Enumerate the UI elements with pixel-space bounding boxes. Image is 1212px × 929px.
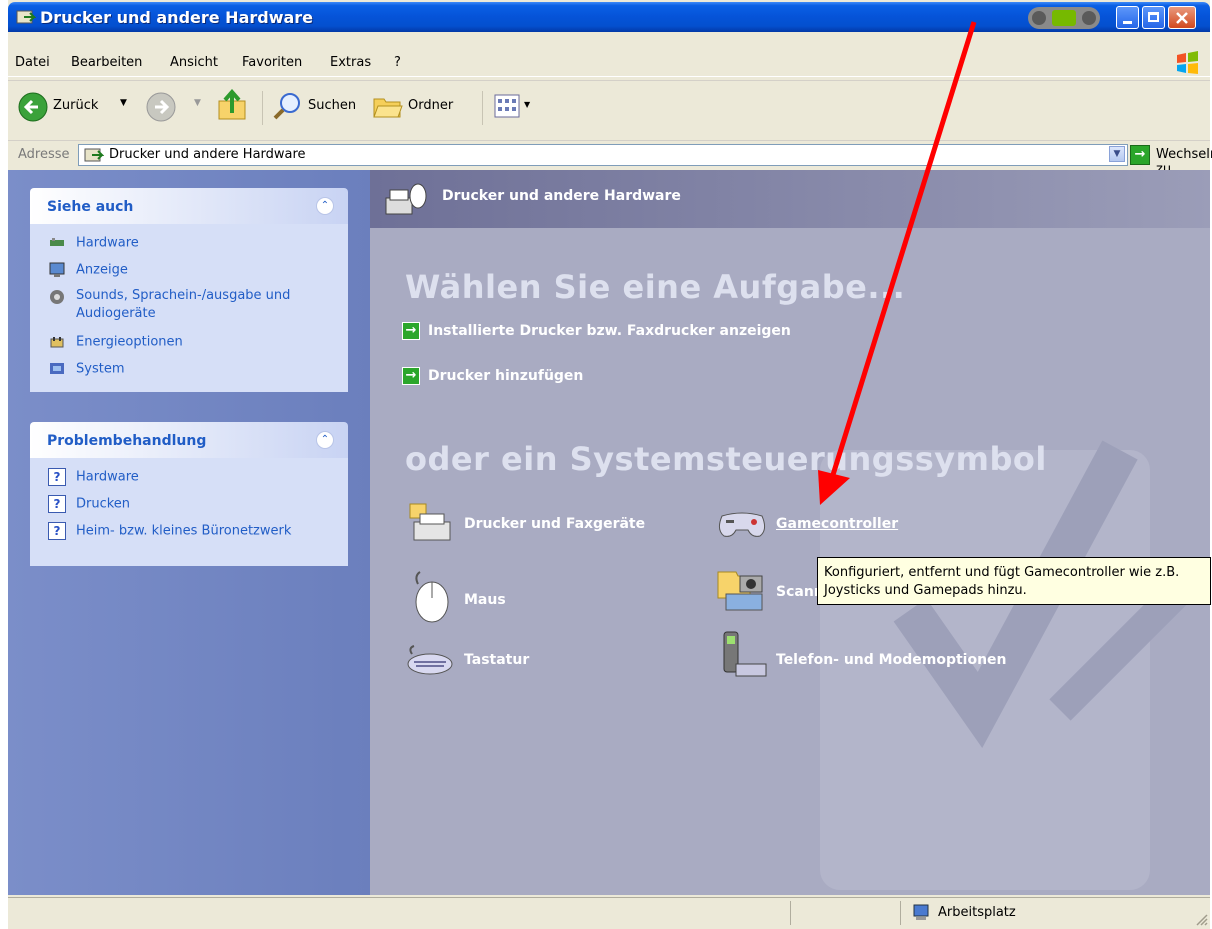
scanner-camera-icon xyxy=(717,571,763,611)
forward-icon[interactable] xyxy=(146,92,176,122)
menu-bar: Datei Bearbeiten Ansicht Favoriten Extra… xyxy=(8,50,1210,77)
nvidia-tray-icon[interactable] xyxy=(1028,7,1100,29)
folders-icon[interactable] xyxy=(372,93,404,121)
tooltip-line-1: Konfiguriert, entfernt und fügt Gamecont… xyxy=(824,565,1180,580)
green-arrow-icon: → xyxy=(402,322,420,340)
views-dropdown-icon[interactable]: ▼ xyxy=(524,100,530,109)
back-button[interactable]: Zurück xyxy=(53,98,98,113)
menu-ansicht[interactable]: Ansicht xyxy=(170,55,218,70)
see-also-title: Siehe auch xyxy=(47,199,134,215)
green-arrow-icon: → xyxy=(402,367,420,385)
menu-bearbeiten[interactable]: Bearbeiten xyxy=(71,55,142,70)
task-view-printers[interactable]: → Installierte Drucker bzw. Faxdrucker an… xyxy=(402,322,791,340)
troubleshoot-network[interactable]: ? Heim- bzw. kleines Büronetzwerk xyxy=(48,522,291,540)
search-button[interactable]: Suchen xyxy=(308,98,356,113)
search-icon[interactable] xyxy=(272,91,302,121)
see-also-display[interactable]: Anzeige xyxy=(48,261,128,279)
back-dropdown-icon[interactable]: ▼ xyxy=(120,98,127,108)
see-also-system[interactable]: System xyxy=(48,360,124,378)
menu-help[interactable]: ? xyxy=(394,55,401,70)
see-also-header[interactable]: Siehe auch ⌃ xyxy=(30,188,348,224)
mouse-icon xyxy=(415,571,449,623)
close-button[interactable] xyxy=(1168,6,1196,29)
minimize-button[interactable] xyxy=(1116,6,1139,29)
title-bar[interactable]: Drucker und andere Hardware xyxy=(8,2,1210,32)
system-icon xyxy=(50,363,64,374)
address-dropdown-button[interactable]: ▼ xyxy=(1109,146,1125,162)
troubleshoot-hardware[interactable]: ? Hardware xyxy=(48,468,139,486)
status-zone: Arbeitsplatz xyxy=(938,905,1016,920)
collapse-icon[interactable]: ⌃ xyxy=(316,197,334,215)
pick-task-heading: Wählen Sie eine Aufgabe... xyxy=(405,268,906,306)
category-view: Drucker und andere Hardware Wählen Sie e… xyxy=(370,170,1210,895)
category-title: Drucker und andere Hardware xyxy=(442,188,681,204)
folders-button[interactable]: Ordner xyxy=(408,98,453,113)
phone-modem-icon xyxy=(723,631,767,677)
address-input[interactable]: Drucker und andere Hardware ▼ xyxy=(78,144,1128,166)
printer-mouse-icon xyxy=(385,183,427,215)
see-also-panel: Hardware Anzeige Sounds, Sprachein-/ausg… xyxy=(30,224,348,392)
see-also-power[interactable]: Energieoptionen xyxy=(48,333,183,351)
printer-folder-icon xyxy=(16,10,36,24)
task-add-printer[interactable]: → Drucker hinzufügen xyxy=(402,367,583,385)
power-icon xyxy=(50,337,64,348)
maximize-button[interactable] xyxy=(1142,6,1165,29)
help-icon: ? xyxy=(48,522,66,540)
tooltip: Konfiguriert, entfernt und fügt Gamecont… xyxy=(817,557,1211,605)
close-icon xyxy=(1176,12,1188,24)
go-arrow-icon[interactable]: → xyxy=(1130,145,1150,165)
address-value: Drucker und andere Hardware xyxy=(109,147,306,162)
status-bar: Arbeitsplatz xyxy=(8,897,1210,929)
help-icon: ? xyxy=(48,495,66,513)
windows-logo-icon xyxy=(1177,51,1198,74)
folder-up-icon[interactable] xyxy=(216,89,248,123)
troubleshoot-panel: ? Hardware ? Drucken ? Heim- bzw. kleines B… xyxy=(30,458,348,566)
window-title: Drucker und andere Hardware xyxy=(40,8,314,27)
troubleshoot-printing[interactable]: ? Drucken xyxy=(48,495,130,513)
address-bar: Adresse Drucker und andere Hardware ▼ → … xyxy=(8,140,1212,177)
collapse-icon[interactable]: ⌃ xyxy=(316,431,334,449)
troubleshoot-header[interactable]: Problembehandlung ⌃ xyxy=(30,422,348,458)
address-label: Adresse xyxy=(18,147,70,162)
back-icon[interactable] xyxy=(18,92,48,122)
forward-dropdown-icon[interactable]: ▼ xyxy=(194,98,201,108)
display-icon xyxy=(49,262,65,277)
keyboard-icon xyxy=(407,645,453,675)
category-header: Drucker und andere Hardware xyxy=(370,170,1210,228)
see-also-sounds[interactable]: Sounds, Sprachein-/ausgabe und Audiogerät… xyxy=(48,288,290,322)
help-icon: ? xyxy=(48,468,66,486)
task-pane: Siehe auch ⌃ Hardware Anzeige Sounds, Sp… xyxy=(8,170,370,895)
menu-extras[interactable]: Extras xyxy=(330,55,371,70)
tooltip-line-2: Joysticks und Gamepads hinzu. xyxy=(824,583,1027,598)
printer-fax-icon xyxy=(409,503,451,541)
see-also-hardware[interactable]: Hardware xyxy=(48,234,139,252)
toolbar: Zurück ▼ ▼ Suchen Ordner ▼ xyxy=(8,80,1210,137)
explorer-window: Drucker und andere Hardware Datei Bearbe… xyxy=(8,0,1212,929)
views-icon[interactable] xyxy=(494,93,524,121)
menu-favoriten[interactable]: Favoriten xyxy=(242,55,302,70)
menu-datei[interactable]: Datei xyxy=(15,55,50,70)
gamepad-icon xyxy=(718,512,766,537)
my-computer-icon xyxy=(913,904,929,920)
troubleshoot-title: Problembehandlung xyxy=(47,433,207,449)
hardware-icon xyxy=(50,238,64,246)
printer-folder-icon xyxy=(84,148,104,162)
pick-icon-heading: oder ein Systemsteuerungssymbol xyxy=(405,440,1047,478)
sound-icon xyxy=(50,290,64,304)
resize-grip-icon[interactable] xyxy=(1194,912,1208,926)
